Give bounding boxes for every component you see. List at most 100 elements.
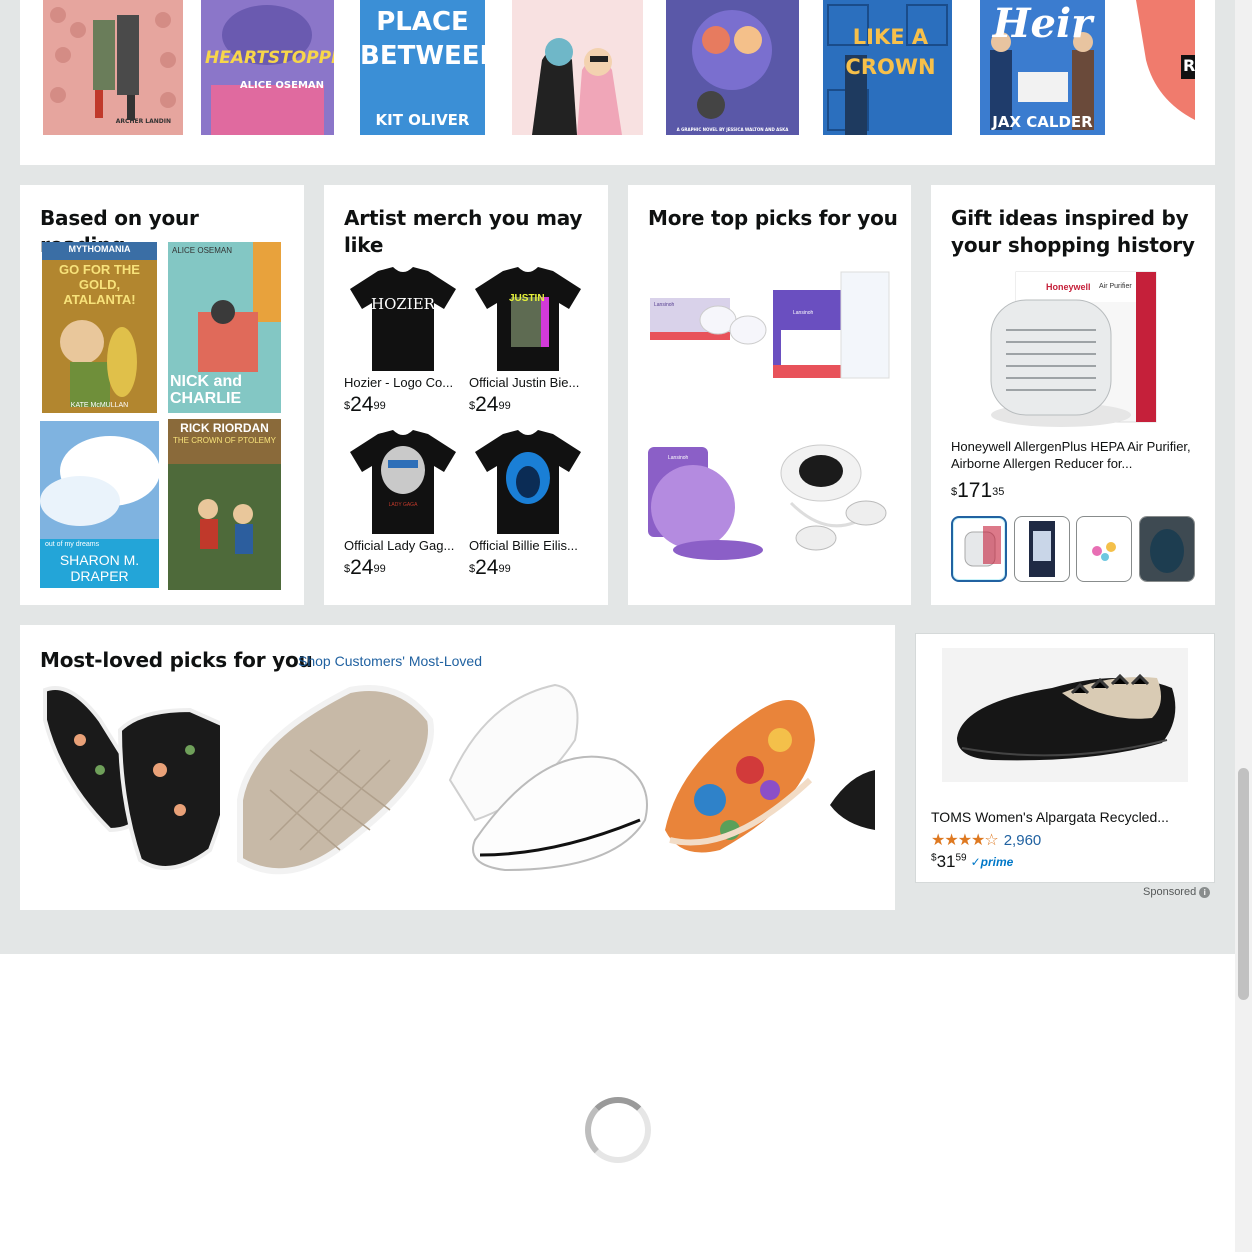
book-cover-3[interactable]: PLACE BETWEEN KIT OLIVER (360, 0, 485, 135)
book-author: ALICE OSEMAN (172, 246, 233, 255)
patterned-shoe-image (665, 700, 815, 853)
book-author: ARCHER LANDIN (115, 118, 171, 125)
book-title: R (1183, 56, 1195, 75)
book-cover-5[interactable]: A GRAPHIC NOVEL BY JESSICA WALTON AND AS… (666, 0, 799, 135)
merch-title[interactable]: Hozier - Logo Co... (344, 375, 462, 391)
product-box-label: Air Purifier (1099, 283, 1132, 290)
pick-tile-2[interactable]: Lansinoh (771, 270, 893, 382)
gel-pads-image (648, 447, 763, 560)
shoe-item-5[interactable] (830, 680, 875, 880)
white-slip-on-image (448, 683, 648, 872)
shirt-print: HOZIER (371, 295, 435, 313)
pick-tile-4[interactable] (771, 443, 893, 565)
tshirt-shape (475, 267, 581, 371)
card-title: Gift ideas inspired by your shopping his… (951, 206, 1195, 257)
thumbnail-product-2[interactable] (1014, 516, 1070, 582)
thumbnail-image (1140, 517, 1194, 581)
thumbnail-purifier[interactable] (951, 516, 1007, 582)
book-tile-2[interactable]: ALICE OSEMAN NICK and CHARLIE (168, 242, 281, 413)
thumbnail-image (1029, 521, 1055, 577)
quilted-slip-on-image (237, 685, 434, 875)
merch-price: $2499 (344, 393, 386, 416)
product-title[interactable]: Honeywell AllergenPlus HEPA Air Purifier… (951, 438, 1196, 472)
black-shoe-image (830, 770, 875, 830)
book-title: NICK and CHARLIE (170, 373, 242, 407)
merch-item-2[interactable]: JUSTIN Official Justin Bie... $2499 (469, 267, 587, 416)
book-author: KIT OLIVER (375, 111, 470, 129)
book-author: ALICE OSEMAN (239, 80, 324, 91)
book-tile-4[interactable]: RICK RIORDAN THE CROWN OF PTOLEMY (168, 419, 281, 590)
thumbnail-product-3[interactable] (1076, 516, 1132, 582)
book-cover-6[interactable]: LIKE A CROWN (823, 0, 952, 135)
ad-rating[interactable]: ★★★★☆ 2,960 (931, 830, 1041, 850)
book-credit: A GRAPHIC NOVEL BY JESSICA WALTON AND AS… (676, 127, 789, 132)
book-title: out of my dreams (45, 541, 100, 548)
merch-item-1[interactable]: HOZIER Hozier - Logo Co... $2499 (344, 267, 462, 416)
based-on-reading-card: Based on your reading MYTHOMANIA GO FOR … (20, 185, 304, 605)
merch-price: $2499 (344, 556, 386, 579)
tshirt-image: LADY GAGA (348, 430, 458, 536)
book-carousel: ARCHER LANDIN HEARTSTOPPER ALICE OSEMAN … (20, 0, 1215, 165)
purifier-illustration (990, 271, 1157, 427)
product-box-brand: Honeywell (1046, 282, 1091, 292)
book-title: Heir (992, 0, 1093, 47)
product-brand: Lansinoh (668, 455, 689, 461)
shirt-print: LADY GAGA (388, 502, 418, 508)
info-icon[interactable]: i (1199, 886, 1211, 898)
book-cover-8[interactable]: R (1136, 0, 1195, 135)
most-loved-card: Most-loved picks for you Shop Customers'… (20, 625, 895, 910)
nursing-pads-image (650, 298, 767, 345)
rating-count[interactable]: 2,960 (1004, 832, 1042, 849)
star-rating-icon: ★★★★☆ (931, 832, 999, 849)
book-author: KATE McMULLAN (70, 402, 129, 409)
book-cover-7[interactable]: Heir JAX CALDER (980, 0, 1105, 135)
pick-tile-3[interactable]: Lansinoh (648, 447, 768, 562)
air-purifier-image[interactable]: Honeywell Air Purifier (986, 270, 1161, 435)
shirt-print: JUSTIN (509, 293, 545, 304)
gift-ideas-card: Gift ideas inspired by your shopping his… (931, 185, 1215, 605)
book-cover-4[interactable] (512, 0, 643, 135)
sponsored-label[interactable]: Sponsored i (1143, 886, 1211, 898)
merch-title[interactable]: Official Lady Gag... (344, 538, 462, 554)
book-series: MYTHOMANIA (68, 244, 131, 254)
book-title: LIKE A CROWN (845, 25, 936, 79)
sponsored-ad[interactable]: TOMS Women's Alpargata Recycled... ★★★★☆… (915, 633, 1215, 883)
tshirt-image: HOZIER (348, 267, 458, 373)
sponsored-text: Sponsored (1143, 886, 1197, 898)
shop-most-loved-link[interactable]: Shop Customers' Most-Loved (298, 653, 482, 669)
book-illustration (512, 0, 643, 135)
merch-item-3[interactable]: LADY GAGA Official Lady Gag... $2499 (344, 430, 462, 579)
book-tile-3[interactable]: out of my dreams SHARON M. DRAPER (40, 421, 159, 588)
card-title: Most-loved picks for you (40, 648, 313, 672)
toms-shoe-image[interactable] (942, 648, 1188, 782)
tshirt-shape (350, 430, 456, 534)
book-cover-1[interactable]: ARCHER LANDIN (43, 0, 183, 135)
shoe-item-2[interactable] (230, 680, 435, 880)
top-picks-card: More top picks for you Lansinoh Lansinoh… (628, 185, 911, 605)
shoe-item-4[interactable] (660, 680, 820, 880)
book-illustration (666, 0, 799, 135)
book-title: PLACE BETWEEN (360, 7, 485, 71)
merch-title[interactable]: Official Billie Eilis... (469, 538, 587, 554)
merch-title[interactable]: Official Justin Bie... (469, 375, 587, 391)
shoe-item-3[interactable] (445, 680, 650, 880)
scrollbar-thumb[interactable] (1238, 768, 1249, 1000)
merch-price: $2499 (469, 556, 511, 579)
pick-tile-1[interactable]: Lansinoh (648, 270, 768, 370)
artist-merch-card: Artist merch you may like HOZIER Hozier … (324, 185, 608, 605)
product-brand: Lansinoh (654, 302, 675, 308)
book-author: SHARON M. DRAPER (59, 552, 140, 584)
thumbnail-product-4[interactable] (1139, 516, 1195, 582)
shoe-item-1[interactable] (40, 680, 238, 880)
book-tile-1[interactable]: MYTHOMANIA GO FOR THE GOLD, ATALANTA! KA… (42, 242, 157, 413)
book-author: JAX CALDER (992, 113, 1093, 131)
card-title: Artist merch you may like (344, 206, 583, 257)
vertical-scrollbar[interactable] (1235, 0, 1252, 1252)
merch-item-4[interactable]: Official Billie Eilis... $2499 (469, 430, 587, 579)
book-cover-2[interactable]: HEARTSTOPPER ALICE OSEMAN (201, 0, 334, 135)
merch-price: $2499 (469, 393, 511, 416)
tshirt-shape (475, 430, 581, 534)
book-author: RICK RIORDAN (180, 421, 269, 435)
product-price: $17135 (951, 479, 1005, 502)
ad-product-title[interactable]: TOMS Women's Alpargata Recycled... (931, 809, 1201, 825)
